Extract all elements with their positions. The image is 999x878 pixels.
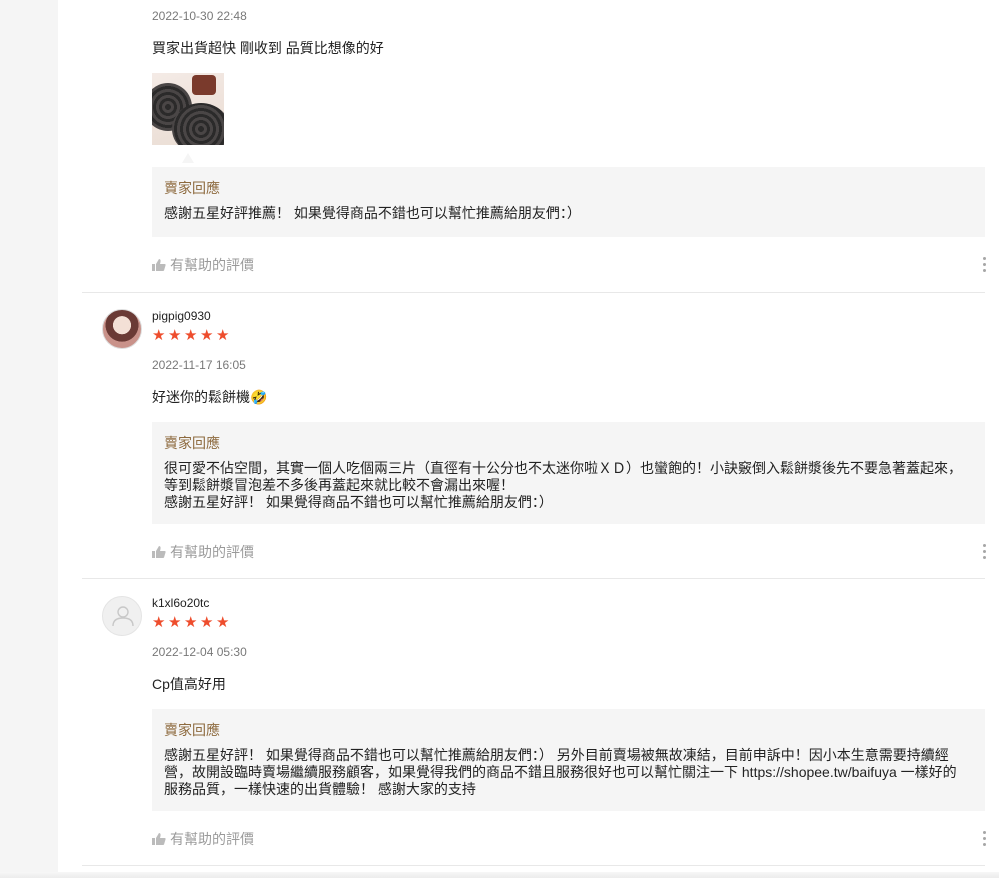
helpful-button[interactable]: 有幫助的評價	[152, 543, 254, 561]
seller-reply-text: 感謝五星好評推薦！ 如果覺得商品不錯也可以幫忙推薦給朋友們：）	[164, 205, 581, 221]
review-comment: Cp值高好用	[152, 676, 226, 692]
star-icon: ★	[168, 614, 182, 631]
seller-reply-title: 賣家回應	[164, 722, 220, 738]
star-icon: ★	[216, 327, 230, 344]
avatar[interactable]	[102, 309, 142, 349]
avatar[interactable]	[102, 596, 142, 636]
review-username: k1xl6o20tc	[152, 596, 210, 610]
review-divider	[82, 578, 985, 579]
reviews-panel: 2022-10-30 22:48 買家出貨超快 剛收到 品質比想像的好 賣家回應…	[58, 0, 999, 878]
star-icon: ★	[152, 327, 166, 344]
star-icon: ★	[200, 614, 214, 631]
helpful-label: 有幫助的評價	[170, 544, 254, 560]
review-date: 2022-11-17 16:05	[152, 358, 246, 372]
default-avatar-icon	[112, 606, 134, 627]
review-comment: 買家出貨超快 剛收到 品質比想像的好	[152, 40, 384, 56]
thumbs-up-icon	[152, 833, 166, 845]
photo-pointer-icon	[182, 153, 194, 163]
helpful-button[interactable]: 有幫助的評價	[152, 256, 254, 274]
rating-stars: ★ ★ ★ ★ ★	[152, 327, 230, 344]
bottom-edge	[0, 872, 999, 878]
review-comment: 好迷你的鬆餅機🤣	[152, 389, 268, 405]
review-date: 2022-10-30 22:48	[152, 9, 247, 23]
helpful-label: 有幫助的評價	[170, 831, 254, 847]
star-icon: ★	[152, 614, 166, 631]
review-username: pigpig0930	[152, 309, 211, 323]
seller-reply-text: 很可愛不佔空間，其實一個人吃個兩三片（直徑有十公分也不太迷你啦ＸＤ）也蠻飽的！小…	[164, 460, 962, 510]
review-divider	[82, 865, 985, 866]
seller-reply-text: 感謝五星好評！ 如果覺得商品不錯也可以幫忙推薦給朋友們：） 另外目前賣場被無故凍…	[164, 747, 957, 797]
seller-reply: 賣家回應 感謝五星好評！ 如果覺得商品不錯也可以幫忙推薦給朋友們：） 另外目前賣…	[152, 709, 985, 811]
review-date: 2022-12-04 05:30	[152, 645, 247, 659]
star-icon: ★	[184, 327, 198, 344]
helpful-button[interactable]: 有幫助的評價	[152, 830, 254, 848]
star-icon: ★	[168, 327, 182, 344]
seller-reply-title: 賣家回應	[164, 180, 220, 196]
seller-reply: 賣家回應 感謝五星好評推薦！ 如果覺得商品不錯也可以幫忙推薦給朋友們：）	[152, 167, 985, 237]
star-icon: ★	[216, 614, 230, 631]
review-photo[interactable]	[152, 73, 224, 145]
star-icon: ★	[200, 327, 214, 344]
thumbs-up-icon	[152, 546, 166, 558]
helpful-label: 有幫助的評價	[170, 257, 254, 273]
seller-reply-title: 賣家回應	[164, 435, 220, 451]
rating-stars: ★ ★ ★ ★ ★	[152, 614, 230, 631]
review-divider	[82, 292, 985, 293]
more-options-icon[interactable]	[977, 255, 991, 273]
more-options-icon[interactable]	[977, 829, 991, 847]
thumbs-up-icon	[152, 259, 166, 271]
more-options-icon[interactable]	[977, 542, 991, 560]
seller-reply: 賣家回應 很可愛不佔空間，其實一個人吃個兩三片（直徑有十公分也不太迷你啦ＸＤ）也…	[152, 422, 985, 524]
star-icon: ★	[184, 614, 198, 631]
